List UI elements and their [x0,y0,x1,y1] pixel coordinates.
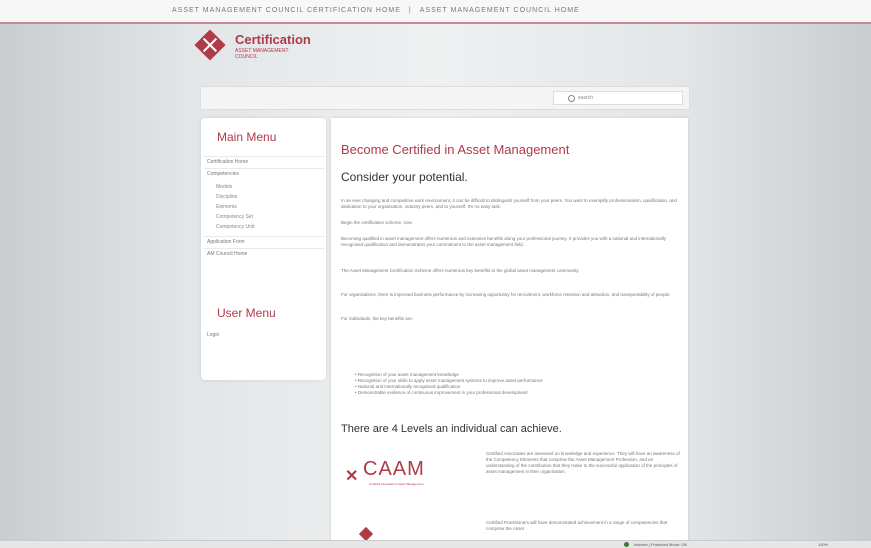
logo-subtitle: ASSET MANAGEMENT COUNCIL [235,48,289,60]
certification-home-link[interactable]: ASSET MANAGEMENT COUNCIL CERTIFICATION H… [172,7,401,14]
menu-item-certification-home[interactable]: Certification Home [204,156,325,167]
certification-logo[interactable]: Certification ASSET MANAGEMENT COUNCIL [194,29,337,70]
sidebar: Main Menu Certification Home Competencie… [201,118,326,380]
benefits-list: Recognition of your asset management kno… [355,372,675,396]
organisations-paragraph: For organisations, there is improved bus… [341,292,671,297]
security-zone: Internet | Protected Mode: Off [634,542,687,547]
caam-logo-text: CAAM [363,458,425,480]
main-content: Become Certified in Asset Management Con… [331,118,688,547]
search-placeholder: search [578,95,594,101]
menu-item-login[interactable]: Login [204,330,325,340]
submenu-item-models[interactable]: Models [216,184,232,190]
levels-heading: There are 4 Levels an individual can ach… [341,423,562,435]
intro-paragraph: In an ever changing and competitive work… [341,198,677,209]
page-title: Become Certified in Asset Management [341,142,570,157]
search-toolbar: search [200,86,690,110]
zoom-level[interactable]: 100% [818,542,828,547]
begin-paragraph: Begin the certification scheme, now. [341,220,413,225]
menu-item-application-form[interactable]: Application Form [204,236,325,247]
search-input[interactable]: search [553,91,683,105]
menu-item-am-council-home[interactable]: AM Council Home [204,248,325,259]
logo-diamond-icon [194,29,226,61]
submenu-item-competency-unit[interactable]: Competency Unit [216,224,254,230]
caam-logo: ✕ CAAM Certified Associate in Asset Mana… [341,454,481,494]
benefits-paragraph: Becoming qualified in asset management o… [341,236,667,247]
main-menu-title: Main Menu [217,130,277,144]
caam-mark-icon: ✕ [345,468,359,485]
practitioner-description: Certified Practitioners will have demons… [486,520,668,531]
submenu-item-discipline[interactable]: Discipline [216,194,237,200]
page-subtitle: Consider your potential. [341,170,468,184]
logo-title: Certification [235,32,311,47]
user-menu-title: User Menu [217,306,276,320]
globe-icon [624,542,629,547]
search-icon [568,95,575,102]
top-links: ASSET MANAGEMENT COUNCIL CERTIFICATION H… [172,7,580,14]
council-home-link[interactable]: ASSET MANAGEMENT COUNCIL HOME [420,7,580,14]
scheme-paragraph: The Asset Management Certification Schem… [341,268,580,273]
submenu-item-competency-set[interactable]: Competency Set [216,214,253,220]
practitioner-logo-icon [358,526,374,542]
top-navigation: ASSET MANAGEMENT COUNCIL CERTIFICATION H… [0,0,871,24]
individuals-paragraph: For individuals, the key benefits are: [341,316,414,321]
caam-logo-tagline: Certified Associate in Asset Management [369,482,424,486]
list-item: Demonstrable evidence of continuous impr… [355,390,675,396]
submenu-item-elements[interactable]: Elements [216,204,237,210]
nav-separator: | [408,7,412,14]
caam-description: Certified Associates are assessed on kno… [486,451,680,474]
menu-item-competencies[interactable]: Competencies [204,168,325,179]
